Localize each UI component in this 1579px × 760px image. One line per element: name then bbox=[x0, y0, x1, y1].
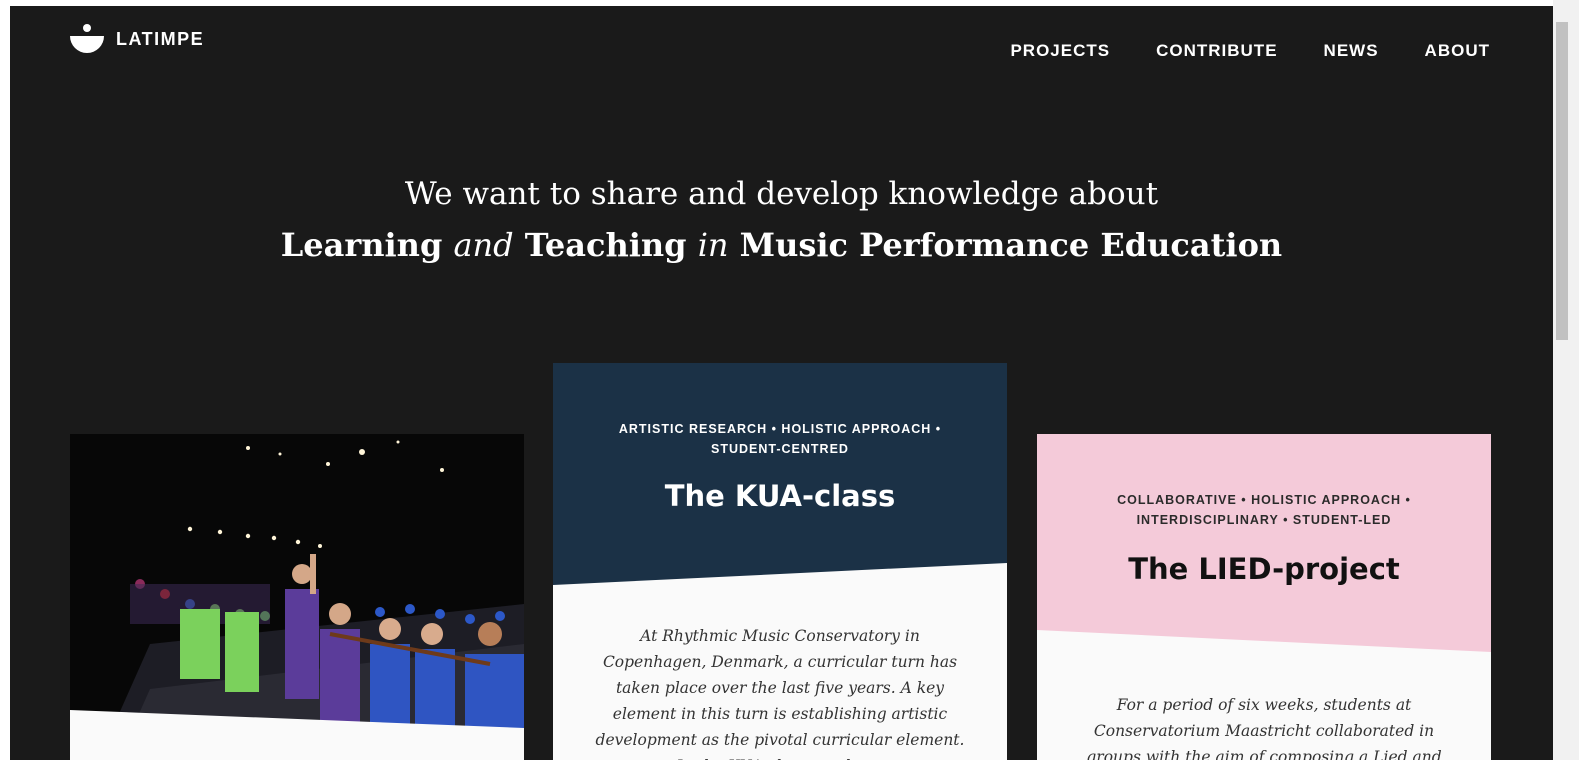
card-kua-tags: ARTISTIC RESEARCH • HOLISTIC APPROACH • … bbox=[618, 422, 942, 456]
nav-contribute[interactable]: CONTRIBUTE bbox=[1156, 41, 1277, 61]
logo-mark-icon bbox=[70, 24, 104, 54]
logo-text: LATIMPE bbox=[116, 28, 205, 49]
card-lied-excerpt: For a period of six weeks, students at C… bbox=[1086, 696, 1442, 760]
hero-line-1: We want to share and develop knowledge a… bbox=[404, 176, 1159, 212]
hero-phrase-mpe: Music Performance Education bbox=[739, 226, 1283, 264]
card-lied-tags: COLLABORATIVE • HOLISTIC APPROACH • INTE… bbox=[1117, 493, 1411, 527]
card-kua-body: At Rhythmic Music Conservatory in Copenh… bbox=[553, 563, 1007, 760]
project-card-photo[interactable] bbox=[70, 434, 524, 760]
concert-photo bbox=[70, 434, 524, 734]
card-lied-body: For a period of six weeks, students at C… bbox=[1037, 630, 1491, 760]
hero-word-learning: Learning bbox=[280, 226, 443, 264]
nav-projects[interactable]: PROJECTS bbox=[1010, 41, 1110, 61]
project-card-kua[interactable]: ARTISTIC RESEARCH • HOLISTIC APPROACH • … bbox=[553, 363, 1007, 760]
hero-word-and: and bbox=[453, 226, 514, 264]
project-card-lied[interactable]: COLLABORATIVE • HOLISTIC APPROACH • INTE… bbox=[1037, 434, 1491, 760]
hero: We want to share and develop knowledge a… bbox=[10, 176, 1553, 264]
nav-about[interactable]: ABOUT bbox=[1425, 41, 1490, 61]
hero-word-in: in bbox=[697, 226, 729, 264]
card-kua-excerpt: At Rhythmic Music Conservatory in Copenh… bbox=[595, 627, 965, 760]
hero-word-teaching: Teaching bbox=[524, 226, 687, 264]
scrollbar-thumb[interactable] bbox=[1556, 22, 1568, 340]
hero-line-2: Learning and Teaching in Music Performan… bbox=[10, 226, 1553, 264]
logo[interactable]: LATIMPE bbox=[70, 24, 204, 54]
page: LATIMPE PROJECTS CONTRIBUTE NEWS ABOUT W… bbox=[10, 6, 1553, 760]
card-kua-title[interactable]: The KUA-class bbox=[553, 479, 1007, 513]
card-lied-title[interactable]: The LIED-project bbox=[1037, 552, 1491, 586]
main-nav: PROJECTS CONTRIBUTE NEWS ABOUT bbox=[1010, 41, 1490, 61]
nav-news[interactable]: NEWS bbox=[1324, 41, 1379, 61]
